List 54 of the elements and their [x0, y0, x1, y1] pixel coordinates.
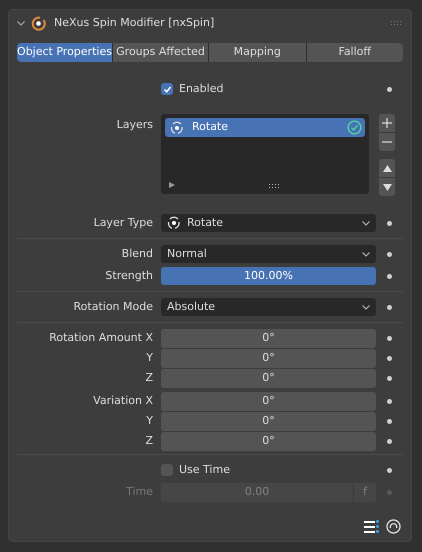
field-label: Z	[145, 434, 153, 448]
caret-icon	[362, 252, 370, 256]
dropdown-value: Normal	[167, 246, 207, 262]
modifier-icon	[31, 16, 46, 30]
tab[interactable]: Object Properties	[17, 43, 112, 62]
field-label: Blend	[122, 246, 153, 260]
move-up-button[interactable]	[379, 159, 395, 177]
field-label: Z	[145, 371, 153, 384]
checkbox-label: Enabled	[179, 80, 224, 97]
move-down-button[interactable]	[379, 178, 395, 196]
number-field[interactable]: 0°	[161, 432, 376, 451]
field-label: Variation X	[93, 394, 153, 408]
dropdown[interactable]: Absolute	[161, 298, 376, 316]
up-triangle-icon	[382, 164, 392, 172]
caret-icon	[362, 304, 370, 310]
slider[interactable]: 100.00%	[161, 267, 376, 285]
dropdown[interactable]: Rotate	[161, 214, 376, 232]
rotate-icon	[170, 120, 184, 134]
field-label: Rotation Amount X	[49, 331, 153, 344]
field-label: Y	[146, 414, 153, 428]
number-field[interactable]: 0°	[161, 349, 376, 368]
field-label: Y	[146, 351, 153, 364]
rotate-icon	[167, 216, 181, 230]
panel-title: NeXus Spin Modifier [nxSpin]	[54, 14, 214, 31]
item-name: Rotate	[192, 119, 228, 136]
check-circle-icon[interactable]	[347, 120, 362, 135]
caret-icon	[362, 220, 370, 226]
dropdown-value: Rotate	[187, 214, 224, 231]
tab[interactable]: Falloff	[306, 43, 403, 62]
plus-icon	[382, 118, 392, 128]
chevron-icon[interactable]	[16, 18, 26, 28]
checkbox-label: Use Time	[179, 462, 230, 478]
number-field[interactable]: 0°	[161, 329, 376, 348]
number-field[interactable]: 0°	[161, 392, 376, 411]
remove-button[interactable]	[379, 133, 395, 151]
slider-value: 100.00%	[244, 268, 293, 284]
add-button[interactable]	[379, 114, 395, 132]
down-triangle-icon	[382, 184, 392, 190]
number-field[interactable]: 0°	[161, 369, 376, 388]
field-label: Time	[126, 485, 153, 498]
field-label: Rotation Mode	[74, 300, 153, 313]
tab[interactable]: Mapping	[209, 43, 306, 62]
dropdown[interactable]: Normal	[161, 245, 376, 263]
field-label: Strength	[105, 268, 153, 282]
number-field[interactable]: 0°	[161, 412, 376, 431]
minus-icon	[382, 141, 392, 143]
checkbox[interactable]	[161, 83, 173, 95]
play-icon[interactable]	[169, 182, 175, 188]
list-item[interactable]: Rotate	[165, 118, 365, 137]
dropdown-value: Absolute	[167, 298, 216, 315]
field-label: Layers	[116, 118, 153, 131]
tab[interactable]: Groups Affected	[113, 43, 208, 62]
list-icon[interactable]	[364, 520, 380, 534]
field-label: Layer Type	[94, 216, 153, 229]
